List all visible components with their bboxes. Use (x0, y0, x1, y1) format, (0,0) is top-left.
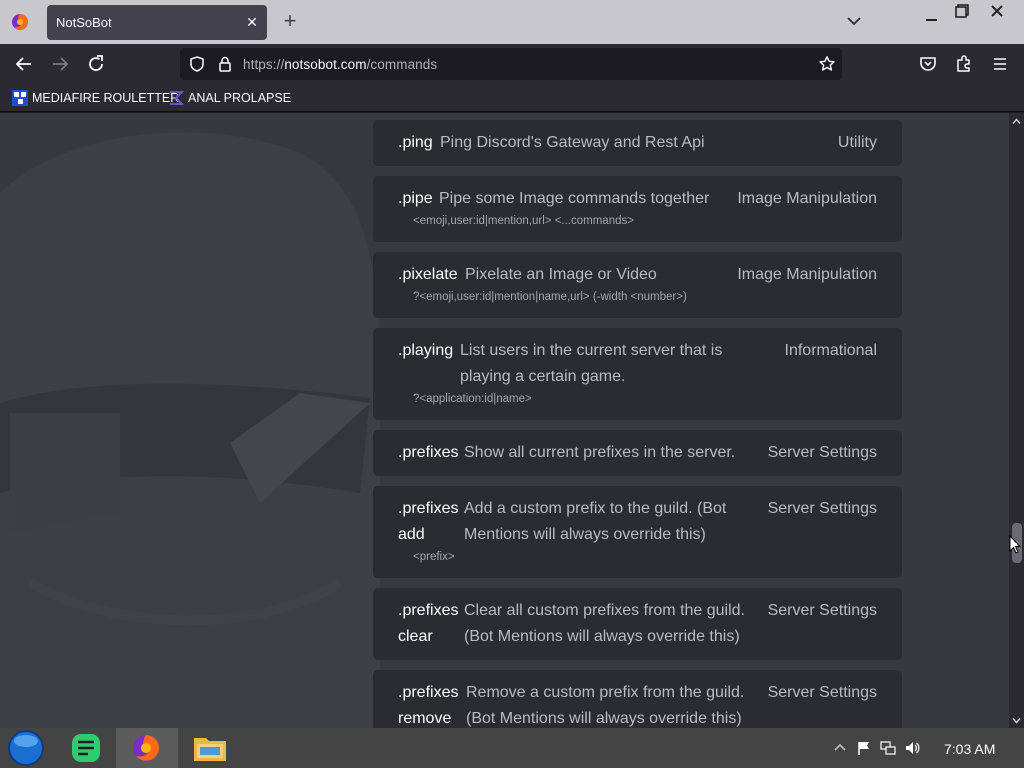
page-content: .ping Ping Discord's Gateway and Rest Ap… (0, 113, 1009, 728)
command-category: Utility (837, 134, 877, 151)
file-explorer-folder-icon[interactable] (190, 728, 230, 768)
command-category: Server Settings (767, 500, 877, 517)
lock-icon[interactable] (216, 55, 234, 73)
command-card[interactable]: .prefixes clear Clear all custom prefixe… (373, 588, 902, 660)
command-card[interactable]: .prefixes add Add a custom prefix to the… (373, 486, 902, 578)
command-category: Informational (784, 342, 878, 359)
command-description: Remove a custom prefix from the guild. (… (466, 684, 745, 727)
command-name: .prefixes (398, 444, 459, 461)
url-path: /commands (366, 57, 438, 72)
bookmark-star-icon[interactable] (818, 55, 836, 73)
command-category: Image Manipulation (737, 190, 877, 207)
show-hidden-icons-icon[interactable] (832, 740, 848, 756)
reload-icon[interactable] (84, 52, 108, 76)
bookmark-label: ANAL PROLAPSE (188, 91, 292, 105)
vertical-scrollbar[interactable] (1009, 113, 1024, 728)
command-category: Server Settings (767, 444, 877, 461)
scroll-down-arrow-icon[interactable] (1012, 716, 1021, 725)
tracking-shield-icon[interactable] (188, 55, 206, 73)
command-card[interactable]: .ping Ping Discord's Gateway and Rest Ap… (373, 120, 902, 166)
bookmarks-toolbar: MEDIAFIRE ROULETTER ANAL PROLAPSE (0, 84, 1024, 112)
address-bar[interactable]: https://notsobot.com/commands (180, 48, 842, 80)
command-card[interactable]: .prefixes remove Remove a custom prefix … (373, 670, 902, 728)
command-name: .ping (398, 134, 433, 151)
command-card[interactable]: .playing List users in the current serve… (373, 328, 902, 420)
url-text[interactable]: https://notsobot.com/commands (243, 57, 437, 72)
restore-window-icon[interactable] (953, 2, 971, 20)
forward-arrow-icon[interactable] (48, 52, 72, 76)
bookmark-anal-prolapse[interactable]: ANAL PROLAPSE (168, 90, 291, 108)
command-category: Image Manipulation (737, 266, 877, 283)
command-card[interactable]: .pipe Pipe some Image commands together … (373, 176, 902, 242)
command-description: Pipe some Image commands together (439, 190, 710, 207)
volume-speaker-icon[interactable] (904, 740, 920, 756)
mediafire-icon (12, 90, 28, 106)
start-menu-orb-icon[interactable] (6, 728, 46, 768)
command-name: .prefixes add (398, 500, 459, 543)
taskbar-firefox[interactable] (116, 728, 178, 768)
command-name: .prefixes remove (398, 684, 459, 727)
command-name: .prefixes clear (398, 602, 459, 645)
notes-app-icon[interactable] (66, 728, 106, 768)
close-window-icon[interactable] (988, 2, 1006, 20)
hamburger-menu-icon[interactable] (988, 52, 1012, 76)
tab-strip: NotSoBot ✕ + (0, 0, 1024, 44)
bookmark-mediafire-rouletter[interactable]: MEDIAFIRE ROULETTER (12, 90, 179, 108)
network-icon[interactable] (880, 740, 896, 756)
command-name: .playing (398, 342, 454, 359)
close-tab-icon[interactable]: ✕ (244, 12, 260, 32)
new-tab-button[interactable]: + (279, 10, 301, 32)
command-category: Server Settings (767, 684, 877, 701)
command-name: .pipe (398, 190, 433, 207)
command-description: List users in the current server that is… (460, 342, 723, 385)
list-all-tabs-chevron-icon[interactable] (845, 12, 863, 30)
command-description: Add a custom prefix to the guild. (Bot M… (464, 500, 727, 543)
firefox-icon (133, 735, 159, 761)
tab-notsobot[interactable]: NotSoBot ✕ (47, 5, 267, 40)
navigation-toolbar: https://notsobot.com/commands (0, 44, 1024, 84)
back-arrow-icon[interactable] (12, 52, 36, 76)
extensions-puzzle-icon[interactable] (952, 52, 976, 76)
pocket-icon[interactable] (916, 52, 940, 76)
minimize-window-icon[interactable] (924, 8, 940, 24)
scroll-up-arrow-icon[interactable] (1012, 117, 1021, 126)
command-description: Pixelate an Image or Video (465, 266, 657, 283)
bookmark-label: MEDIAFIRE ROULETTER (32, 91, 180, 105)
mouse-pointer-icon (1009, 535, 1021, 554)
tab-title: NotSoBot (56, 15, 112, 30)
taskbar-clock[interactable]: 7:03 AM (944, 741, 995, 757)
command-description: Ping Discord's Gateway and Rest Api (440, 134, 705, 151)
command-description: Show all current prefixes in the server. (464, 444, 736, 461)
action-center-flag-icon[interactable] (856, 740, 872, 756)
command-name: .pixelate (398, 266, 458, 283)
command-category: Server Settings (767, 602, 877, 619)
taskbar: 7:03 AM (0, 728, 1024, 768)
command-card[interactable]: .pixelate Pixelate an Image or Video Ima… (373, 252, 902, 318)
sigma-icon (170, 91, 184, 105)
command-usage: ?<emoji,user:id|mention|name,url> (-widt… (413, 291, 687, 303)
command-card[interactable]: .prefixes Show all current prefixes in t… (373, 430, 902, 476)
command-usage: <emoji,user:id|mention,url> <...commands… (413, 215, 634, 227)
command-description: Clear all custom prefixes from the guild… (464, 602, 745, 645)
firefox-menu-icon[interactable] (10, 12, 30, 32)
url-host: notsobot.com (284, 57, 367, 72)
url-scheme: https:// (243, 57, 285, 72)
command-usage: <prefix> (413, 551, 455, 563)
command-usage: ?<application:id|name> (413, 393, 532, 405)
